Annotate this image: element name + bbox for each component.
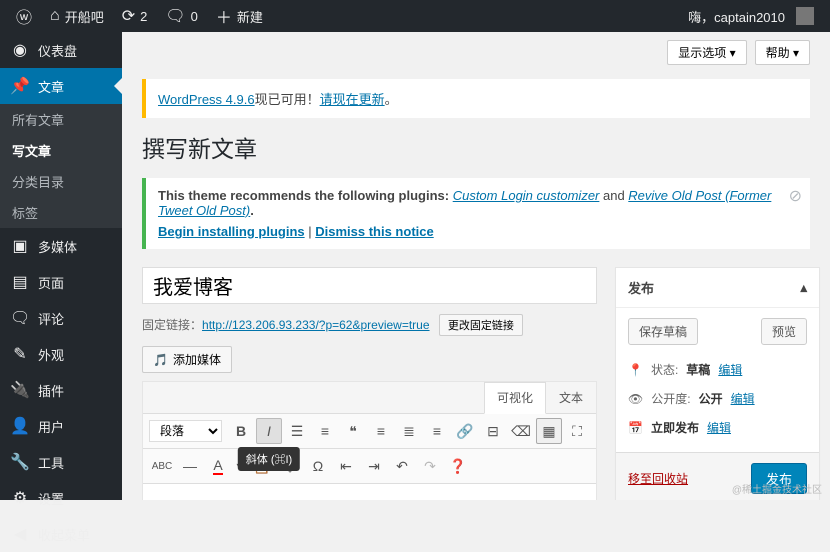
submenu-tags[interactable]: 标签 [0, 197, 122, 228]
hr-button[interactable]: — [177, 453, 203, 479]
permalink-url[interactable]: http://123.206.93.233/?p=62&preview=true [202, 318, 430, 332]
edit-status-link[interactable]: 编辑 [718, 361, 742, 378]
submenu-all-posts[interactable]: 所有文章 [0, 104, 122, 135]
link-button[interactable]: 🔗 [452, 418, 478, 444]
admin-toolbar: ⓦ ⌂开船吧 ⟳2 🗨0 ＋新建 嗨，captain2010 [0, 0, 830, 32]
strikethrough-button[interactable]: ABC [149, 453, 175, 479]
clear-button[interactable]: ⌫ [508, 418, 534, 444]
editor-body[interactable]: 开船吧 [143, 484, 596, 500]
menu-users[interactable]: 👤用户 [0, 408, 122, 444]
toggle-icon[interactable]: ▴ [800, 280, 807, 296]
menu-plugins[interactable]: 🔌插件 [0, 372, 122, 408]
dismiss-notice-link[interactable]: Dismiss this notice [315, 224, 433, 239]
outdent-button[interactable]: ⇤ [333, 453, 359, 479]
format-select[interactable]: 段落 [149, 420, 222, 442]
add-media-button[interactable]: 🎵添加媒体 [142, 346, 232, 373]
tab-visual[interactable]: 可视化 [484, 382, 546, 414]
calendar-icon: 📅 [628, 421, 643, 435]
editor-toolbar-2: ABC — A ▾ 📋 ◇ Ω ⇤ ⇥ ↶ ↷ ❓ [143, 449, 596, 484]
new-link[interactable]: ＋新建 [208, 0, 271, 32]
screen-options-button[interactable]: 显示选项 ▾ [667, 40, 746, 65]
user-greeting[interactable]: 嗨，captain2010 [680, 0, 822, 32]
editor-toolbar-1: 段落 B I斜体 (⌘I) ☰ ≡ ❝ ≡ ≣ ≡ 🔗 ⊟ ⌫ ▦ ⛶ [143, 414, 596, 449]
move-to-trash-link[interactable]: 移至回收站 [628, 470, 688, 487]
publish-box: 发布▴ 保存草稿 预览 📍状态: 草稿 编辑 👁公开度: 公开 编辑 📅立即发布… [615, 267, 820, 500]
italic-tooltip: 斜体 (⌘I) [238, 447, 300, 471]
more-button[interactable]: ⊟ [480, 418, 506, 444]
pin-icon: 📍 [628, 363, 643, 377]
bold-button[interactable]: B [228, 418, 254, 444]
quote-button[interactable]: ❝ [340, 418, 366, 444]
dismiss-icon[interactable]: ⊘ [789, 186, 802, 206]
edit-schedule-link[interactable]: 编辑 [707, 419, 731, 436]
special-char-button[interactable]: Ω [305, 453, 331, 479]
bullet-list-button[interactable]: ☰ [284, 418, 310, 444]
menu-dashboard[interactable]: ◉仪表盘 [0, 32, 122, 68]
align-right-button[interactable]: ≡ [424, 418, 450, 444]
menu-comments[interactable]: 🗨评论 [0, 300, 122, 336]
plugin1-link[interactable]: Custom Login customizer [453, 188, 600, 203]
admin-sidebar: ◉仪表盘 📌文章 所有文章 写文章 分类目录 标签 ▣多媒体 ▤页面 🗨评论 ✎… [0, 32, 122, 500]
align-center-button[interactable]: ≣ [396, 418, 422, 444]
page-title: 撰写新文章 [142, 130, 810, 164]
redo-button[interactable]: ↷ [417, 453, 443, 479]
updates-link[interactable]: ⟳2 [114, 0, 156, 32]
editor-container: 可视化 文本 段落 B I斜体 (⌘I) ☰ ≡ ❝ ≡ ≣ ≡ 🔗 [142, 381, 597, 500]
comments-link[interactable]: 🗨0 [157, 0, 206, 32]
wp-version-link[interactable]: WordPress 4.9.6 [158, 92, 255, 107]
menu-media[interactable]: ▣多媒体 [0, 228, 122, 264]
toolbar-toggle-button[interactable]: ▦ [536, 418, 562, 444]
menu-collapse[interactable]: ◀收起菜单 [0, 516, 122, 552]
post-title-input[interactable] [142, 267, 597, 304]
update-nag: WordPress 4.9.6现已可用！请现在更新。 [142, 79, 810, 118]
submenu-new-post[interactable]: 写文章 [0, 135, 122, 166]
visibility-icon: 👁 [628, 392, 643, 406]
update-now-link[interactable]: 请现在更新 [320, 92, 385, 107]
italic-button[interactable]: I斜体 (⌘I) [256, 418, 282, 444]
preview-button[interactable]: 预览 [761, 318, 807, 345]
menu-posts[interactable]: 📌文章 [0, 68, 122, 104]
install-plugins-link[interactable]: Begin installing plugins [158, 224, 305, 239]
menu-pages[interactable]: ▤页面 [0, 264, 122, 300]
menu-settings[interactable]: ⚙设置 [0, 480, 122, 516]
change-permalink-button[interactable]: 更改固定链接 [439, 314, 523, 336]
tab-text[interactable]: 文本 [546, 382, 596, 413]
help-button[interactable]: 帮助 ▾ [755, 40, 810, 65]
undo-button[interactable]: ↶ [389, 453, 415, 479]
plugin-notice: ⊘ This theme recommends the following pl… [142, 178, 810, 249]
number-list-button[interactable]: ≡ [312, 418, 338, 444]
permalink-row: 固定链接：http://123.206.93.233/?p=62&preview… [142, 310, 597, 346]
text-color-button[interactable]: A [205, 453, 231, 479]
menu-appearance[interactable]: ✎外观 [0, 336, 122, 372]
media-icon: 🎵 [153, 353, 168, 367]
align-left-button[interactable]: ≡ [368, 418, 394, 444]
submenu-categories[interactable]: 分类目录 [0, 166, 122, 197]
site-link[interactable]: ⌂开船吧 [42, 0, 112, 32]
help-icon[interactable]: ❓ [445, 453, 471, 479]
fullscreen-button[interactable]: ⛶ [564, 418, 590, 444]
indent-button[interactable]: ⇥ [361, 453, 387, 479]
watermark: @稀土掘金技术社区 [732, 481, 822, 496]
wp-logo[interactable]: ⓦ [8, 0, 40, 32]
menu-tools[interactable]: 🔧工具 [0, 444, 122, 480]
edit-visibility-link[interactable]: 编辑 [731, 390, 755, 407]
save-draft-button[interactable]: 保存草稿 [628, 318, 698, 345]
